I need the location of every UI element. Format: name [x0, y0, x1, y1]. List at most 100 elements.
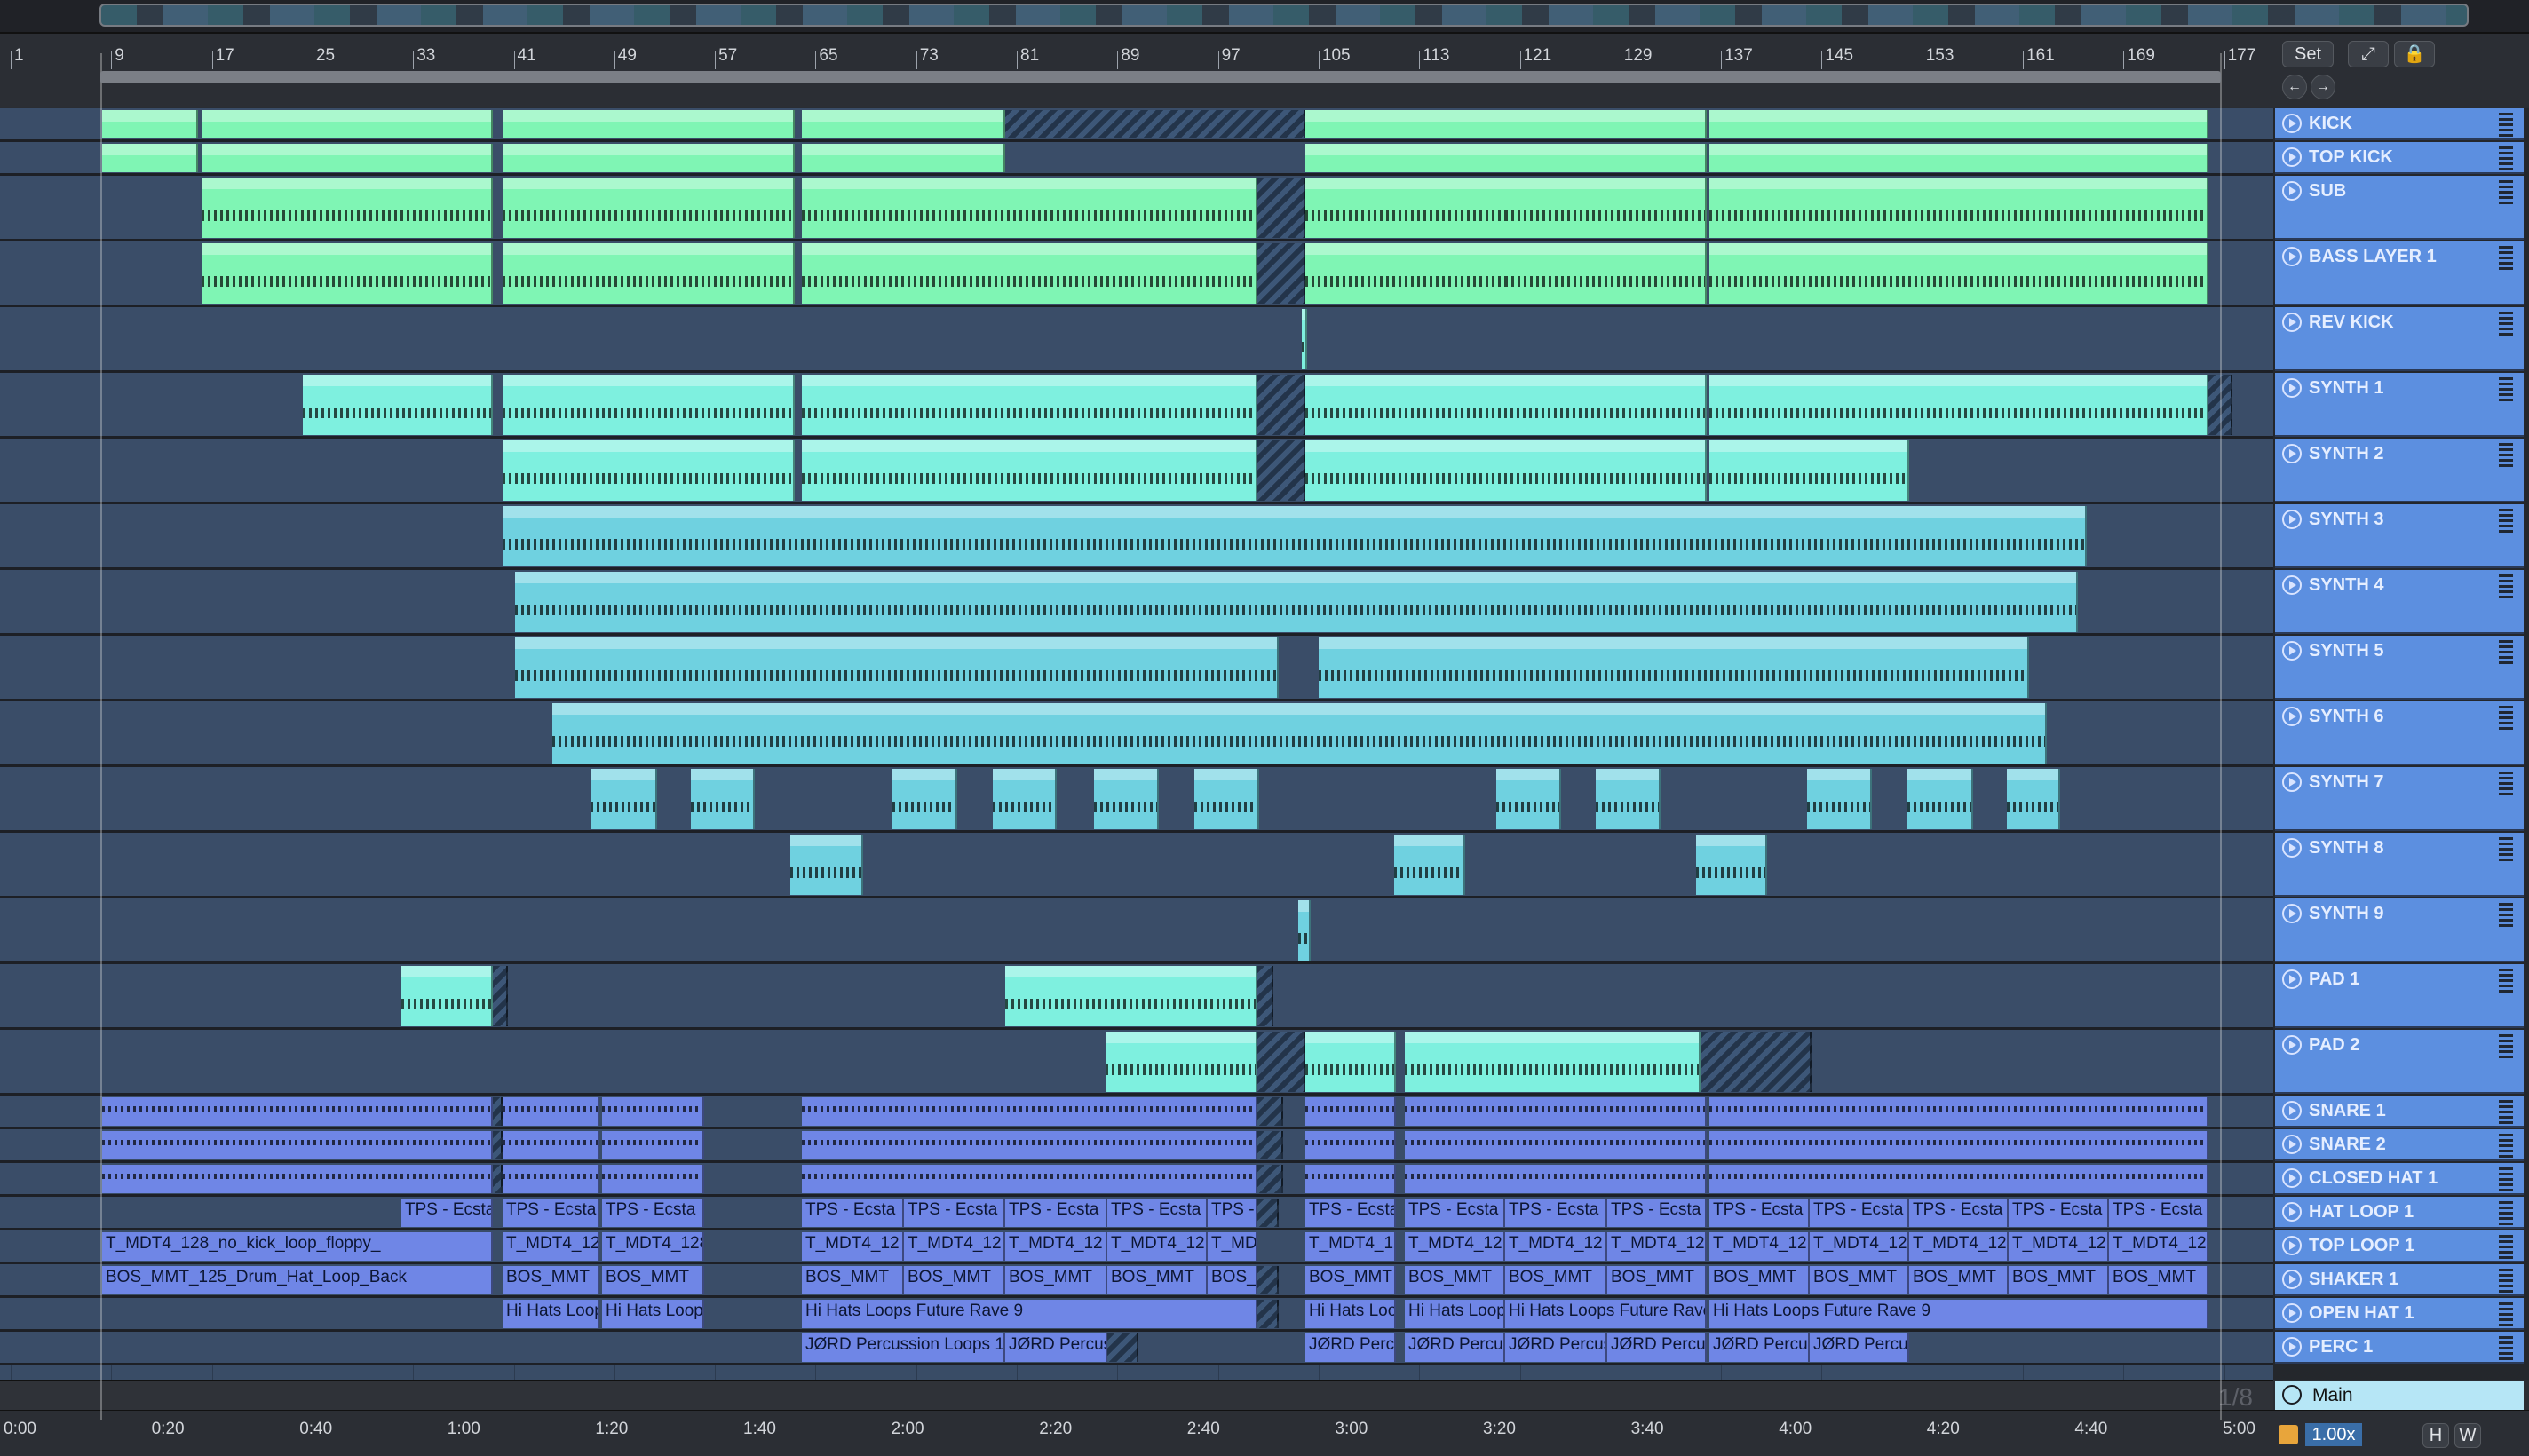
- midi-clip[interactable]: [303, 375, 493, 435]
- clip-launch-icon[interactable]: [2282, 1135, 2302, 1154]
- audio-clip[interactable]: [1709, 1131, 2208, 1159]
- expand-icon[interactable]: ⤢: [2348, 41, 2389, 67]
- midi-clip[interactable]: [1302, 309, 1307, 369]
- audio-clip[interactable]: [503, 1165, 599, 1193]
- midi-clip[interactable]: [503, 110, 795, 138]
- arrangement-tracks[interactable]: TPS - Ecsta TPS - Ecsta TPS - Ecsta TPS - E…: [0, 108, 2273, 1380]
- midi-clip[interactable]: [1709, 110, 2208, 138]
- audio-clip[interactable]: [1305, 1165, 1396, 1193]
- midi-clip[interactable]: [1696, 835, 1767, 895]
- set-button[interactable]: Set: [2282, 41, 2334, 67]
- audio-clip[interactable]: TPS - Ecsta: [1709, 1199, 1810, 1227]
- track-lane[interactable]: [0, 1129, 2273, 1163]
- clip-launch-icon[interactable]: [2282, 444, 2302, 463]
- midi-clip[interactable]: [503, 506, 2087, 566]
- tempo-follow-icon[interactable]: [2279, 1425, 2298, 1444]
- midi-clip[interactable]: [1394, 835, 1465, 895]
- midi-clip[interactable]: [1405, 1032, 1701, 1092]
- audio-clip[interactable]: T_MDT4: [1208, 1232, 1257, 1261]
- audio-clip[interactable]: T_MDT4_12: [904, 1232, 1005, 1261]
- audio-clip[interactable]: BOS_MMT: [602, 1266, 704, 1294]
- midi-clip[interactable]: [1709, 440, 1909, 501]
- audio-clip[interactable]: TPS - Ecsta: [1208, 1199, 1257, 1227]
- midi-clip[interactable]: [1094, 769, 1159, 829]
- deactivated-clip-region[interactable]: [1257, 178, 1305, 238]
- clip-launch-icon[interactable]: [2282, 1202, 2302, 1222]
- track-lane[interactable]: TPS - Ecsta TPS - Ecsta TPS - Ecsta TPS - E…: [0, 1197, 2273, 1230]
- track-header[interactable]: SYNTH 9: [2275, 898, 2524, 962]
- audio-clip[interactable]: BOS_MMT: [2109, 1266, 2208, 1294]
- deactivated-clip-region[interactable]: [1257, 1199, 1279, 1227]
- clip-launch-icon[interactable]: [2282, 904, 2302, 923]
- midi-clip[interactable]: [2007, 769, 2060, 829]
- audio-clip[interactable]: [602, 1131, 704, 1159]
- deactivated-clip-region[interactable]: [1257, 1165, 1283, 1193]
- audio-clip[interactable]: [602, 1165, 704, 1193]
- clip-launch-icon[interactable]: [2282, 247, 2302, 266]
- audio-clip[interactable]: BOS_MMT: [1909, 1266, 2009, 1294]
- audio-clip[interactable]: T_MDT4_128: [503, 1232, 599, 1261]
- audio-clip[interactable]: [802, 1131, 1257, 1159]
- audio-clip[interactable]: T_MDT4_12: [1405, 1232, 1505, 1261]
- audio-clip[interactable]: TPS - Ecsta: [2109, 1199, 2208, 1227]
- clip-launch-icon[interactable]: [2282, 181, 2302, 201]
- audio-clip[interactable]: TPS - Ecsta: [1505, 1199, 1607, 1227]
- deactivated-clip-region[interactable]: [1701, 1032, 1812, 1092]
- track-lane[interactable]: BOS_MMT_125_Drum_Hat_Loop_Back BOS_MMT BOS…: [0, 1264, 2273, 1298]
- midi-clip[interactable]: [1298, 900, 1311, 961]
- midi-clip[interactable]: [503, 144, 795, 172]
- clip-launch-icon[interactable]: [2282, 1236, 2302, 1255]
- midi-clip[interactable]: [1194, 769, 1259, 829]
- clip-launch-icon[interactable]: [2282, 510, 2302, 529]
- midi-clip[interactable]: [515, 637, 1279, 698]
- clip-launch-icon[interactable]: [2282, 1035, 2302, 1055]
- clip-launch-icon[interactable]: [2282, 772, 2302, 792]
- midi-clip[interactable]: [1907, 769, 1973, 829]
- midi-clip[interactable]: [1505, 144, 1707, 172]
- audio-clip[interactable]: T_MDT4_12: [1607, 1232, 1707, 1261]
- deactivated-clip-region[interactable]: [1257, 1300, 1279, 1328]
- midi-clip[interactable]: [1596, 769, 1661, 829]
- audio-clip[interactable]: [1709, 1097, 2208, 1126]
- track-resize-grip[interactable]: [2499, 508, 2513, 533]
- midi-clip[interactable]: [1106, 1032, 1257, 1092]
- w-button[interactable]: W: [2454, 1423, 2481, 1448]
- clip-launch-icon[interactable]: [2282, 1303, 2302, 1323]
- track-header[interactable]: SYNTH 7: [2275, 767, 2524, 831]
- audio-clip[interactable]: [1405, 1165, 1707, 1193]
- clip-launch-icon[interactable]: [2282, 114, 2302, 133]
- midi-clip[interactable]: [1709, 178, 2208, 238]
- track-header[interactable]: SUB: [2275, 176, 2524, 240]
- play-icon[interactable]: [2282, 1385, 2302, 1405]
- track-resize-grip[interactable]: [2499, 968, 2513, 993]
- track-resize-grip[interactable]: [2499, 1033, 2513, 1058]
- track-lane[interactable]: T_MDT4_128_no_kick_loop_floppy_ T_MDT4_12…: [0, 1230, 2273, 1264]
- track-resize-grip[interactable]: [2499, 771, 2513, 795]
- audio-clip[interactable]: TPS - Ecsta: [401, 1199, 493, 1227]
- track-lane[interactable]: [0, 964, 2273, 1030]
- track-resize-grip[interactable]: [2499, 705, 2513, 730]
- track-resize-grip[interactable]: [2499, 902, 2513, 927]
- track-resize-grip[interactable]: [2499, 836, 2513, 861]
- audio-clip[interactable]: TPS - Ecsta: [904, 1199, 1005, 1227]
- track-header[interactable]: KICK: [2275, 108, 2524, 140]
- audio-clip[interactable]: Hi Hats Loops Future Rave 9: [1505, 1300, 1707, 1328]
- midi-clip[interactable]: [1305, 243, 1508, 304]
- midi-clip[interactable]: [1305, 375, 1707, 435]
- audio-clip[interactable]: [802, 1165, 1257, 1193]
- midi-clip[interactable]: [1496, 769, 1561, 829]
- audio-clip[interactable]: BOS_MMT: [1810, 1266, 1909, 1294]
- audio-clip[interactable]: [1405, 1131, 1707, 1159]
- audio-clip[interactable]: Hi Hats Loops Future Rave 9: [1709, 1300, 2208, 1328]
- clip-launch-icon[interactable]: [2282, 1168, 2302, 1188]
- audio-clip[interactable]: BOS_MMT: [2009, 1266, 2109, 1294]
- midi-clip[interactable]: [802, 110, 1005, 138]
- audio-clip[interactable]: JØRD Percussion Loops 1: [1005, 1333, 1107, 1362]
- audio-clip[interactable]: TPS - Ecsta: [2009, 1199, 2109, 1227]
- track-header[interactable]: SYNTH 1: [2275, 373, 2524, 437]
- loop-brace[interactable]: [100, 71, 2221, 83]
- midi-clip[interactable]: [202, 243, 493, 304]
- audio-clip[interactable]: T_MDT4_12: [1305, 1232, 1396, 1261]
- deactivated-clip-region[interactable]: [493, 1097, 503, 1126]
- audio-clip[interactable]: BOS_MMT_125_Drum_Hat_Loop_Back: [102, 1266, 493, 1294]
